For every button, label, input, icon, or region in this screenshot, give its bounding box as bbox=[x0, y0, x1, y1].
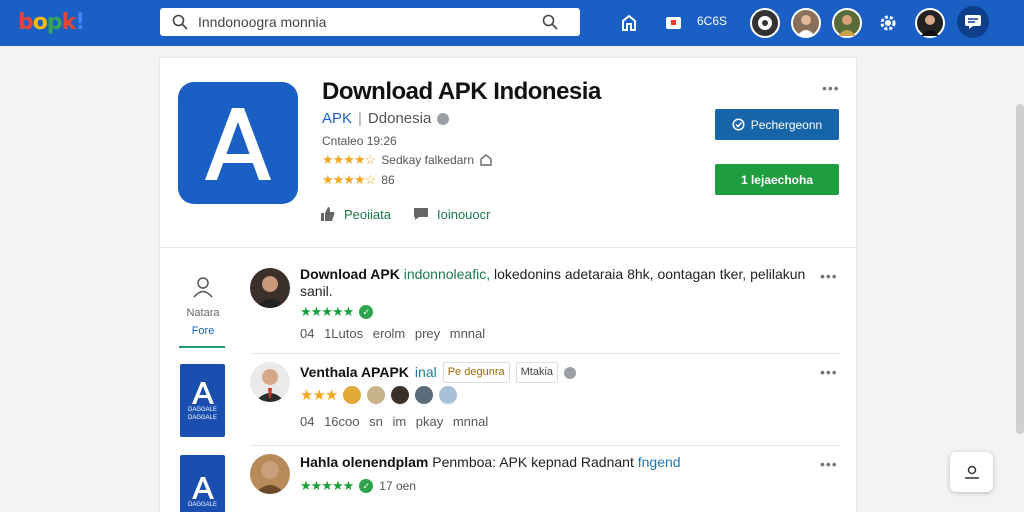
star-rating-icon: ★★★ bbox=[300, 387, 338, 404]
developer-row: APK | Ddonesia bbox=[322, 110, 450, 127]
item-title[interactable]: Download APK indonnoleafic, lokedonins a… bbox=[300, 266, 820, 300]
home-small-icon bbox=[480, 154, 492, 166]
check-icon: ✓ bbox=[359, 305, 374, 319]
install-button[interactable]: 1 lejaechoha bbox=[715, 164, 839, 195]
item-rating-row: ★★★★★ ✓ bbox=[300, 304, 374, 320]
reactor-avatar[interactable] bbox=[415, 386, 434, 404]
app-title: Download APK Indonesia bbox=[322, 78, 601, 105]
user-icon bbox=[964, 465, 979, 479]
search-icon bbox=[172, 14, 188, 30]
user-icon bbox=[193, 277, 213, 298]
item-count: 17 oen bbox=[379, 479, 416, 493]
search-input[interactable] bbox=[198, 14, 528, 30]
star-rating-icon: ★★★★★ bbox=[300, 478, 354, 493]
tag[interactable]: Pe degunra bbox=[442, 362, 510, 383]
like-action[interactable]: Peoiiata bbox=[320, 206, 391, 222]
rail-tile-text: DAGGALE bbox=[187, 406, 217, 413]
scrollbar[interactable] bbox=[1016, 104, 1024, 434]
primary-button[interactable]: Pechergeonn bbox=[715, 109, 839, 140]
reactor-avatar[interactable] bbox=[439, 386, 458, 404]
like-label: Peoiiata bbox=[344, 206, 391, 222]
item-title-link[interactable]: fngend bbox=[638, 454, 681, 470]
developer-separator: | bbox=[358, 110, 362, 127]
avatar-3[interactable] bbox=[832, 8, 862, 38]
item-title-bold: Venthala APAPK bbox=[300, 364, 409, 380]
verified-icon bbox=[564, 366, 577, 379]
gear-icon[interactable] bbox=[873, 8, 903, 38]
item-meta: 04 1Lutos erolm prey mnnal bbox=[300, 326, 486, 341]
comment-action[interactable]: Ioinouocr bbox=[413, 207, 490, 222]
install-button-label: 1 lejaechoha bbox=[740, 172, 814, 187]
item-rating-row: ★★★ bbox=[300, 386, 458, 404]
list-item: Venthala APAPK inal Pe degunra Mtakia ★★… bbox=[250, 362, 840, 446]
rail-divider bbox=[179, 346, 225, 348]
item-rating-row: ★★★★★ ✓ 17 oen bbox=[300, 478, 416, 494]
status-text: 6C6S bbox=[697, 14, 728, 28]
check-icon: ✓ bbox=[359, 479, 374, 493]
item-title[interactable]: Hahla olenendplam Penmboa: APK kepnad Ra… bbox=[300, 454, 820, 471]
chat-icon[interactable] bbox=[957, 6, 989, 38]
letter-a-icon bbox=[205, 108, 271, 180]
reactor-avatar[interactable] bbox=[367, 386, 386, 404]
letter-a-icon bbox=[191, 381, 214, 404]
more-icon[interactable]: ••• bbox=[822, 80, 840, 96]
item-meta: 04 16coo sn im pkay mnnal bbox=[300, 414, 489, 429]
rating-text: Sedkay falkedarn bbox=[381, 153, 475, 167]
comment-label: Ioinouocr bbox=[436, 206, 491, 222]
primary-button-label: Pechergeonn bbox=[750, 117, 823, 132]
rail-user-link[interactable]: Fore bbox=[180, 325, 226, 337]
shield-check-icon bbox=[732, 118, 745, 131]
rating-count: 86 bbox=[381, 173, 395, 187]
list-item: Hahla olenendplam Penmboa: APK kepnad Ra… bbox=[250, 454, 840, 512]
rail-user[interactable]: Natara Fore bbox=[180, 276, 226, 337]
avatar[interactable] bbox=[250, 268, 290, 308]
verified-icon bbox=[437, 112, 450, 125]
rail-tile-text-2: DAGGALE bbox=[187, 414, 217, 421]
app-header: Download APK Indonesia APK | Ddonesia Cn… bbox=[160, 58, 856, 248]
item-title-rest: Penmboa: APK kepnad Radnant bbox=[432, 454, 634, 470]
star-rating-icon: ★★★★★ bbox=[300, 304, 354, 319]
star-rating-icon-2: ★★★★☆ bbox=[322, 172, 376, 187]
rail-user-label: Natara bbox=[186, 307, 220, 319]
more-icon[interactable]: ••• bbox=[820, 268, 838, 284]
thumbs-up-icon bbox=[321, 207, 335, 221]
floating-user-button[interactable] bbox=[950, 452, 993, 492]
star-rating-icon: ★★★★☆ bbox=[322, 152, 376, 167]
developer-label[interactable]: APK bbox=[322, 110, 352, 127]
developer-name[interactable]: Ddonesia bbox=[368, 110, 431, 127]
letter-a-icon bbox=[191, 476, 214, 499]
tag[interactable]: Mtakia bbox=[515, 362, 559, 383]
more-icon[interactable]: ••• bbox=[820, 364, 838, 380]
item-title[interactable]: Venthala APAPK inal Pe degunra Mtakia bbox=[300, 362, 820, 383]
avatar[interactable] bbox=[250, 454, 290, 494]
app-meta: Cntaleo 19:26 bbox=[322, 134, 397, 148]
app-icon bbox=[178, 82, 298, 204]
action-row: Peoiiata Ioinouocr bbox=[320, 206, 512, 222]
reactor-avatar[interactable] bbox=[343, 386, 362, 404]
rail-app-tile-2[interactable]: DAGGALE bbox=[180, 455, 225, 512]
rating-row: ★★★★☆ Sedkay falkedarn bbox=[322, 152, 492, 168]
avatar-4[interactable] bbox=[915, 8, 945, 38]
search-submit-icon[interactable] bbox=[542, 14, 558, 30]
rating-row-2: ★★★★☆ 86 bbox=[322, 172, 395, 188]
reactor-avatar[interactable] bbox=[391, 386, 410, 404]
item-title-link[interactable]: indonnoleafic, bbox=[404, 266, 490, 282]
item-title-bold: Download APK bbox=[300, 266, 400, 282]
logo[interactable]: bopk! bbox=[18, 10, 85, 35]
item-title-bold: Hahla olenendplam bbox=[300, 454, 429, 470]
home-icon[interactable] bbox=[614, 8, 644, 38]
comment-icon bbox=[413, 208, 428, 220]
item-title-link[interactable]: inal bbox=[415, 364, 437, 381]
avatar-1[interactable] bbox=[750, 8, 780, 38]
more-icon[interactable]: ••• bbox=[820, 456, 838, 472]
video-icon[interactable] bbox=[660, 8, 690, 38]
rail-app-tile-1[interactable]: DAGGALE DAGGALE bbox=[180, 364, 225, 437]
avatar[interactable] bbox=[250, 362, 290, 402]
main-card: Download APK Indonesia APK | Ddonesia Cn… bbox=[160, 58, 856, 512]
rail-tile-text: DAGGALE bbox=[187, 501, 217, 508]
list-item: Download APK indonnoleafic, lokedonins a… bbox=[250, 266, 840, 354]
search-bar[interactable] bbox=[160, 8, 580, 36]
top-bar: bopk! 6C6S bbox=[0, 0, 1024, 46]
avatar-2[interactable] bbox=[791, 8, 821, 38]
